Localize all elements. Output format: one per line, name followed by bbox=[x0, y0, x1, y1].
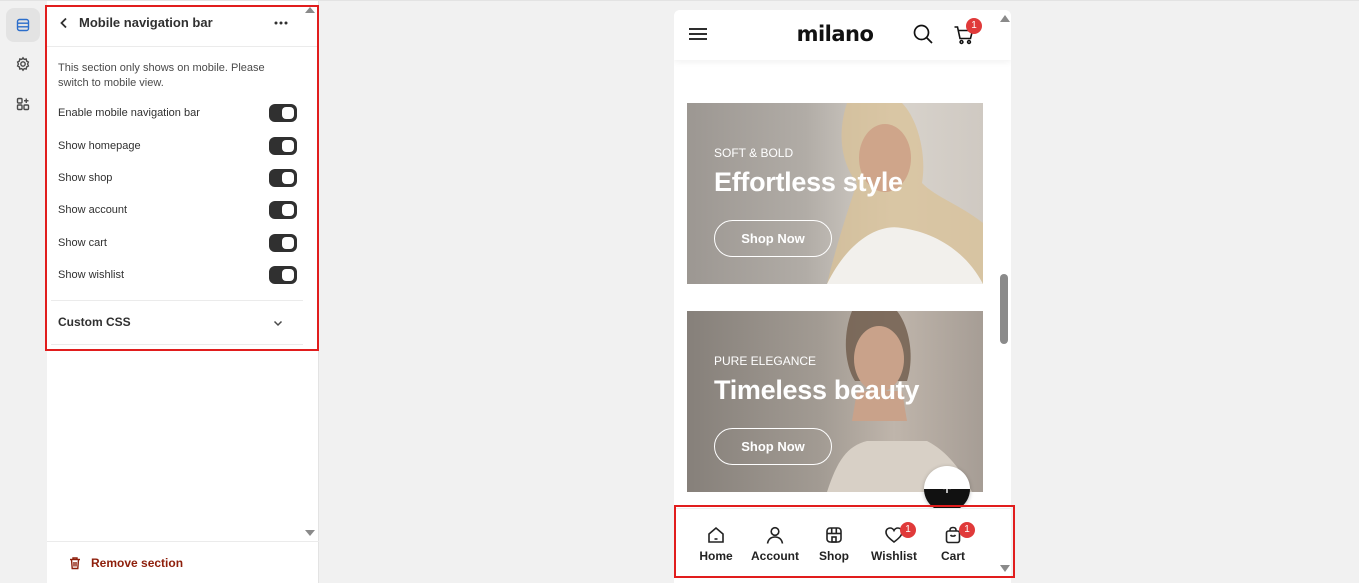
store-logo[interactable]: milano bbox=[674, 22, 996, 46]
banner-tagline: PURE ELEGANCE bbox=[714, 354, 817, 368]
banner-title: Effortless style bbox=[714, 167, 903, 197]
toggle-knob bbox=[282, 172, 294, 184]
nav-item-cart[interactable]: Cart 1 bbox=[924, 522, 982, 569]
toggle-knob bbox=[282, 107, 294, 119]
user-icon bbox=[766, 526, 784, 544]
trash-icon bbox=[70, 557, 80, 570]
show-account-toggle[interactable] bbox=[269, 201, 297, 219]
toggle-knob bbox=[282, 237, 294, 249]
gear-icon bbox=[16, 56, 30, 72]
mobile-only-notice: This section only shows on mobile. Pleas… bbox=[58, 62, 265, 89]
back-icon[interactable] bbox=[57, 15, 71, 31]
nav-label: Wishlist bbox=[871, 549, 917, 563]
rail-settings-button[interactable] bbox=[6, 47, 40, 81]
toggle-label: Show wishlist bbox=[58, 269, 125, 281]
wishlist-count-badge: 1 bbox=[900, 522, 916, 538]
sections-icon bbox=[16, 18, 30, 32]
shop-now-button[interactable]: Shop Now bbox=[714, 220, 832, 257]
hero-banner: PURE ELEGANCE Timeless beauty Shop Now bbox=[687, 311, 983, 492]
nav-label: Account bbox=[751, 549, 799, 563]
show-wishlist-toggle[interactable] bbox=[269, 266, 297, 284]
panel-scroll-down-arrow[interactable] bbox=[305, 530, 315, 536]
nav-item-home[interactable]: Home bbox=[687, 525, 745, 569]
nav-label: Home bbox=[699, 549, 733, 563]
toggle-label: Show account bbox=[58, 204, 128, 216]
preview-scrollbar-thumb[interactable] bbox=[1000, 274, 1008, 344]
nav-label: Cart bbox=[940, 549, 965, 563]
chevron-down-icon bbox=[273, 320, 283, 327]
rail-apps-button[interactable] bbox=[6, 87, 40, 121]
toggle-row-show-wishlist: Show wishlist bbox=[58, 266, 298, 286]
toggle-row-show-account: Show account bbox=[58, 201, 298, 221]
toggle-row-enable-mobile-nav: Enable mobile navigation bar bbox=[58, 104, 298, 124]
nav-label: Shop bbox=[819, 549, 849, 563]
mobile-preview-frame: milano 1 SOFT & BOLD Effortless style Sh… bbox=[674, 10, 1011, 583]
home-icon bbox=[708, 526, 724, 543]
toggle-row-show-homepage: Show homepage bbox=[58, 137, 298, 157]
theme-preview-area: milano 1 SOFT & BOLD Effortless style Sh… bbox=[319, 0, 1359, 583]
nav-item-shop[interactable]: Shop bbox=[805, 525, 863, 569]
show-shop-toggle[interactable] bbox=[269, 169, 297, 187]
back-to-top-button[interactable] bbox=[924, 466, 970, 512]
arrow-up-icon bbox=[943, 484, 951, 493]
nav-item-wishlist[interactable]: Wishlist 1 bbox=[865, 522, 923, 569]
toggle-knob bbox=[282, 269, 294, 281]
divider bbox=[51, 300, 303, 301]
mobile-navigation-bar: Home Account Shop Wishlist 1 Cart 1 bbox=[674, 508, 1011, 583]
cart-count-badge: 1 bbox=[959, 522, 975, 538]
icon-rail bbox=[0, 0, 47, 583]
banner-title: Timeless beauty bbox=[714, 375, 920, 405]
shop-icon bbox=[826, 527, 842, 543]
toggle-label: Enable mobile navigation bar bbox=[58, 107, 200, 119]
rail-sections-button[interactable] bbox=[6, 8, 40, 42]
panel-header: Mobile navigation bar bbox=[47, 1, 319, 47]
panel-title: Mobile navigation bar bbox=[79, 15, 213, 30]
toggle-knob bbox=[282, 140, 294, 152]
custom-css-label: Custom CSS bbox=[58, 315, 131, 329]
preview-scroll-down-arrow[interactable] bbox=[1000, 565, 1010, 572]
store-header: milano 1 bbox=[674, 10, 1011, 60]
cart-count-badge: 1 bbox=[966, 18, 982, 34]
hero-banner: SOFT & BOLD Effortless style Shop Now bbox=[687, 103, 983, 284]
toggle-label: Show cart bbox=[58, 237, 107, 249]
toggle-knob bbox=[282, 204, 294, 216]
toggle-label: Show homepage bbox=[58, 140, 141, 152]
toggle-row-show-cart: Show cart bbox=[58, 234, 298, 254]
banner-tagline: SOFT & BOLD bbox=[714, 146, 794, 160]
toggle-row-show-shop: Show shop bbox=[58, 169, 298, 189]
search-icon[interactable] bbox=[912, 23, 934, 45]
shop-now-button[interactable]: Shop Now bbox=[714, 428, 832, 465]
remove-section-button[interactable]: Remove section bbox=[91, 556, 183, 570]
section-settings-panel: Mobile navigation bar This section only … bbox=[47, 0, 319, 583]
toggle-label: Show shop bbox=[58, 172, 113, 184]
apps-icon bbox=[16, 97, 30, 111]
show-homepage-toggle[interactable] bbox=[269, 137, 297, 155]
nav-item-account[interactable]: Account bbox=[746, 525, 804, 569]
show-cart-toggle[interactable] bbox=[269, 234, 297, 252]
panel-footer: Remove section bbox=[47, 541, 319, 583]
panel-scroll-up-arrow[interactable] bbox=[305, 7, 315, 13]
enable-mobile-nav-toggle[interactable] bbox=[269, 104, 297, 122]
preview-scroll-up-arrow[interactable] bbox=[1000, 15, 1010, 22]
custom-css-accordion[interactable]: Custom CSS bbox=[58, 310, 298, 336]
divider bbox=[51, 344, 303, 345]
more-options-icon[interactable] bbox=[271, 13, 291, 33]
